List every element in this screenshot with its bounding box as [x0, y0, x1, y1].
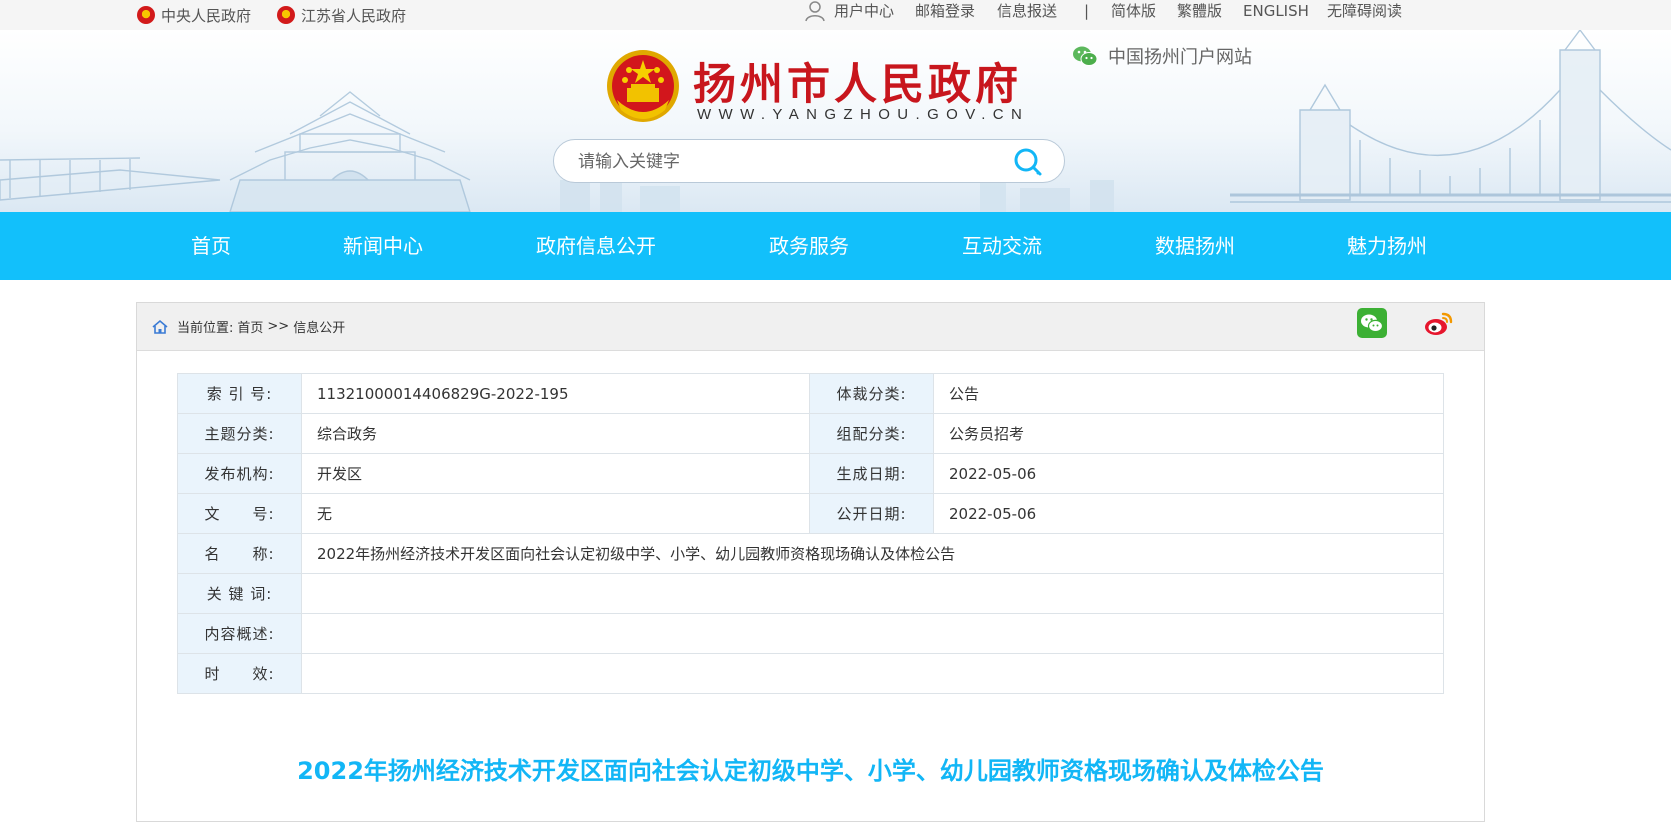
index-value: 11321000014406829G-2022-195 [301, 373, 810, 414]
publisher-label: 发布机构: [177, 453, 302, 494]
table-row: 关 键 词: [177, 573, 1444, 614]
summary-value [301, 613, 1444, 654]
main-nav: 首页 新闻中心 政府信息公开 政务服务 互动交流 数据扬州 魅力扬州 [0, 212, 1671, 280]
link-info-submit[interactable]: 信息报送 [997, 0, 1057, 22]
wechat-icon [1073, 46, 1098, 66]
national-emblem-icon [277, 6, 295, 24]
validity-value [301, 653, 1444, 694]
table-row: 内容概述: [177, 613, 1444, 654]
nav-item-services[interactable]: 政务服务 [769, 212, 849, 280]
nav-item-data[interactable]: 数据扬州 [1155, 212, 1235, 280]
topbar-divider: | [1084, 2, 1090, 20]
share-weibo-icon[interactable] [1422, 308, 1454, 340]
link-accessibility[interactable]: 无障碍阅读 [1327, 0, 1402, 22]
publisher-value: 开发区 [301, 453, 810, 494]
content-panel: 当前位置: 首页 >> 信息公开 索 引 号: 1132100001440682… [136, 302, 1485, 822]
user-icon [805, 1, 825, 22]
share-wechat-icon[interactable] [1357, 308, 1387, 338]
nav-item-interaction[interactable]: 互动交流 [962, 212, 1042, 280]
summary-label: 内容概述: [177, 613, 302, 654]
nav-item-charm[interactable]: 魅力扬州 [1347, 212, 1427, 280]
article-title: 2022年扬州经济技术开发区面向社会认定初级中学、小学、幼儿园教师资格现场确认及… [297, 757, 1324, 785]
created-date-label: 生成日期: [809, 453, 934, 494]
metadata-table: 索 引 号: 11321000014406829G-2022-195 体裁分类:… [177, 373, 1444, 694]
link-mail-login[interactable]: 邮箱登录 [915, 0, 975, 22]
validity-label: 时 效: [177, 653, 302, 694]
nav-item-news[interactable]: 新闻中心 [343, 212, 423, 280]
keywords-value [301, 573, 1444, 614]
breadcrumb: 当前位置: 首页 >> 信息公开 [137, 303, 1484, 351]
breadcrumb-separator: >> [267, 319, 290, 334]
public-date-label: 公开日期: [809, 493, 934, 534]
search-input[interactable] [576, 148, 980, 176]
name-value: 2022年扬州经济技术开发区面向社会认定初级中学、小学、幼儿园教师资格现场确认及… [301, 533, 1444, 574]
table-row: 索 引 号: 11321000014406829G-2022-195 体裁分类:… [177, 373, 1444, 414]
breadcrumb-prefix: 当前位置: [177, 321, 234, 336]
top-utility-bar: 中央人民政府 江苏省人民政府 用户中心 邮箱登录 信息报送 | 简体版 繁體版 … [0, 0, 1671, 30]
site-title: 扬州市人民政府 [693, 60, 1022, 110]
link-simplified[interactable]: 简体版 [1111, 0, 1156, 22]
breadcrumb-home[interactable]: 首页 [237, 317, 263, 336]
genre-value: 公告 [933, 373, 1444, 414]
search-icon[interactable] [1012, 146, 1044, 178]
created-date-value: 2022-05-06 [933, 453, 1444, 494]
table-row: 文 号: 无 公开日期: 2022-05-06 [177, 493, 1444, 534]
table-row: 名 称: 2022年扬州经济技术开发区面向社会认定初级中学、小学、幼儿园教师资格… [177, 533, 1444, 574]
national-emblem-logo-icon [607, 50, 679, 122]
home-icon [152, 319, 168, 334]
nav-item-gov-info[interactable]: 政府信息公开 [536, 212, 656, 280]
keywords-label: 关 键 词: [177, 573, 302, 614]
link-user-center[interactable]: 用户中心 [834, 0, 894, 22]
table-row: 主题分类: 综合政务 组配分类: 公务员招考 [177, 413, 1444, 454]
topic-value: 综合政务 [301, 413, 810, 454]
site-url: WWW.YANGZHOU.GOV.CN [697, 106, 1030, 123]
portal-link[interactable]: 中国扬州门户网站 [1072, 43, 1252, 69]
index-label: 索 引 号: [177, 373, 302, 414]
national-emblem-icon [137, 6, 155, 24]
doc-number-value: 无 [301, 493, 810, 534]
breadcrumb-current[interactable]: 信息公开 [293, 317, 345, 336]
link-english[interactable]: ENGLISH [1243, 0, 1309, 22]
link-central-government[interactable]: 中央人民政府 [137, 0, 251, 30]
table-row: 发布机构: 开发区 生成日期: 2022-05-06 [177, 453, 1444, 494]
name-label: 名 称: [177, 533, 302, 574]
assign-value: 公务员招考 [933, 413, 1444, 454]
doc-number-label: 文 号: [177, 493, 302, 534]
link-traditional[interactable]: 繁體版 [1177, 0, 1222, 22]
header-banner: 扬州市人民政府 WWW.YANGZHOU.GOV.CN 中国扬州门户网站 [0, 30, 1671, 212]
assign-label: 组配分类: [809, 413, 934, 454]
search-box [553, 139, 1065, 183]
topic-label: 主题分类: [177, 413, 302, 454]
public-date-value: 2022-05-06 [933, 493, 1444, 534]
genre-label: 体裁分类: [809, 373, 934, 414]
link-jiangsu-government[interactable]: 江苏省人民政府 [277, 0, 406, 30]
table-row: 时 效: [177, 653, 1444, 694]
nav-item-home[interactable]: 首页 [191, 212, 231, 280]
